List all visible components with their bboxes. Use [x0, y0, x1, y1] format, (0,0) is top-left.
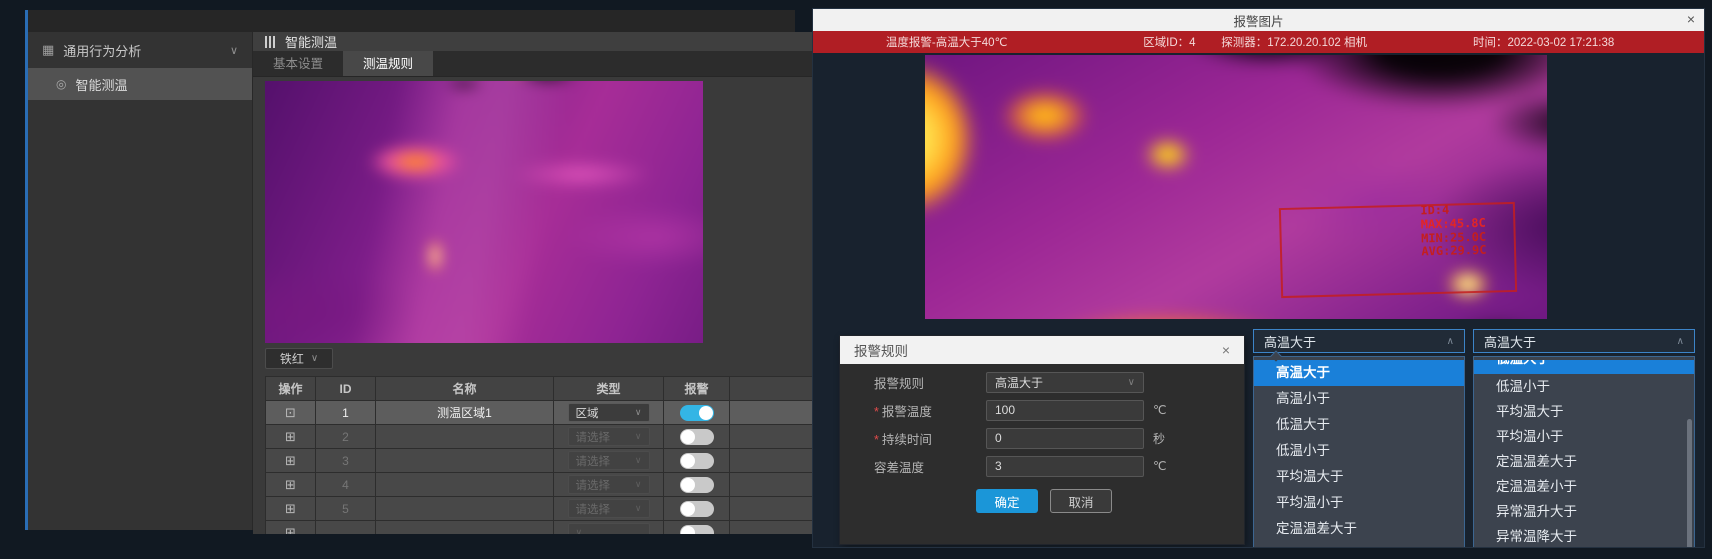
dialog-title: 报警图片	[1233, 11, 1283, 30]
chevron-up-icon: ∧	[1447, 336, 1454, 347]
chevron-down-icon: ∨	[635, 431, 642, 442]
thermometry-icon: ◎	[56, 77, 66, 91]
sidebar-group-label: 通用行为分析	[63, 41, 141, 60]
alarm-thermal-image: ID:4 MAX:45.8C MIN:25.0C AVG:29.9C	[925, 55, 1547, 319]
alarm-time-text: 时间：2022-03-02 17:21:38	[1473, 34, 1614, 50]
type-select: 请选择∨	[568, 499, 650, 518]
tolerance-input[interactable]	[986, 456, 1144, 477]
unit-celsius: ℃	[1153, 459, 1166, 473]
option-clipped[interactable]: 低温大于	[1474, 360, 1694, 374]
drag-handle-icon	[265, 36, 275, 48]
sidebar-group-general-behavior[interactable]: ▦ 通用行为分析 ∨	[28, 32, 252, 68]
alarm-toggle[interactable]	[680, 429, 714, 445]
alarm-toggle[interactable]	[680, 477, 714, 493]
alarm-rule-dialog-titlebar: 报警规则 ×	[840, 336, 1244, 364]
chevron-down-icon: ∨	[635, 479, 642, 490]
option[interactable]: 低温大于	[1254, 412, 1464, 438]
alarm-toggle	[680, 525, 714, 535]
tab-basic-settings[interactable]: 基本设置	[253, 51, 343, 76]
alarm-rule-dialog: 报警规则 × 报警规则 高温大于 ∨ 报警温度 ℃ 持续时间	[840, 336, 1244, 544]
option[interactable]: 异常温升大于	[1474, 499, 1694, 524]
type-select[interactable]: 区域∨	[568, 403, 650, 422]
option[interactable]: 平均温小于	[1254, 490, 1464, 516]
roi-readout: ID:4 MAX:45.8C MIN:25.0C AVG:29.9C	[1420, 203, 1486, 260]
smart-thermometry-window: ▦ 通用行为分析 ∨ ◎ 智能测温 智能测温 基本设置 测温规则	[25, 10, 795, 530]
roi-avg: AVG:29.9C	[1421, 245, 1486, 260]
chevron-down-icon: ∨	[635, 503, 642, 514]
alarm-toggle[interactable]	[680, 453, 714, 469]
option[interactable]: 平均温大于	[1254, 464, 1464, 490]
grid-icon: ▦	[42, 42, 54, 58]
option[interactable]: 定温温差小于	[1254, 542, 1464, 548]
type-select: 请选择∨	[568, 475, 650, 494]
type-select: ∨	[568, 523, 650, 534]
sidebar-item-label: 智能测温	[75, 75, 127, 94]
chevron-up-icon: ∧	[1677, 336, 1684, 347]
option[interactable]: 定温温差大于	[1254, 516, 1464, 542]
desktop: ▦ 通用行为分析 ∨ ◎ 智能测温 智能测温 基本设置 测温规则	[0, 0, 1712, 559]
alarm-banner: 温度报警-高温大于40℃ 区域ID：4 探测器：172.20.20.102 相机…	[813, 31, 1704, 53]
option[interactable]: 高温小于	[1254, 386, 1464, 412]
palette-select[interactable]: 铁红 ∨	[265, 348, 333, 369]
add-icon[interactable]: ⊞	[285, 477, 296, 492]
alarm-rule-dialog-title: 报警规则	[854, 340, 908, 360]
dialog-titlebar: 报警图片 ×	[813, 9, 1704, 31]
option[interactable]: 低温小于	[1474, 374, 1694, 399]
option[interactable]: 定温温差小于	[1474, 474, 1694, 499]
option[interactable]: 高温大于	[1254, 360, 1464, 386]
type-select: 请选择∨	[568, 427, 650, 446]
alarm-toggle[interactable]	[680, 501, 714, 517]
chevron-down-icon: ∨	[635, 455, 642, 466]
unit-seconds: 秒	[1153, 430, 1165, 447]
option[interactable]: 平均温小于	[1474, 424, 1694, 449]
sidebar: ▦ 通用行为分析 ∨ ◎ 智能测温	[28, 32, 252, 530]
chevron-down-icon: ∨	[230, 44, 238, 57]
chevron-down-icon: ∨	[635, 407, 642, 418]
alarm-type-text: 温度报警-高温大于40℃	[886, 34, 1008, 50]
alarm-temp-input[interactable]	[986, 400, 1144, 421]
unit-celsius: ℃	[1153, 403, 1166, 417]
add-icon: ⊞	[285, 525, 296, 535]
field-label-tolerance: 容差温度	[874, 457, 986, 476]
option[interactable]: 低温小于	[1254, 438, 1464, 464]
rule-select-2[interactable]: 高温大于 ∧	[1473, 329, 1695, 353]
roi-rectangle: ID:4 MAX:45.8C MIN:25.0C AVG:29.9C	[1278, 202, 1517, 298]
confirm-button[interactable]: 确定	[976, 489, 1038, 513]
window-toolbar	[28, 10, 795, 32]
sidebar-item-smart-thermometry[interactable]: ◎ 智能测温	[28, 68, 252, 100]
option[interactable]: 定温温差大于	[1474, 449, 1694, 474]
option[interactable]: 异常温降大于	[1474, 524, 1694, 548]
chevron-down-icon: ∨	[311, 353, 318, 364]
option[interactable]: 平均温大于	[1474, 399, 1694, 424]
tab-thermometry-rules[interactable]: 测温规则	[343, 51, 433, 76]
alarm-toggle[interactable]	[680, 405, 714, 421]
cancel-button[interactable]: 取消	[1050, 489, 1112, 513]
palette-value: 铁红	[280, 350, 304, 367]
alarm-rule-select[interactable]: 高温大于 ∨	[986, 372, 1144, 393]
add-icon[interactable]: ⊞	[285, 453, 296, 468]
alarm-detector-text: 探测器：172.20.20.102 相机	[1221, 34, 1367, 50]
alarm-body: ID:4 MAX:45.8C MIN:25.0C AVG:29.9C 报警规则 …	[813, 53, 1704, 548]
panel-title: 智能测温	[285, 32, 337, 51]
add-icon[interactable]: ⊞	[285, 501, 296, 516]
dropdown-scrollbar[interactable]	[1687, 419, 1692, 548]
field-label-rule: 报警规则	[874, 373, 986, 392]
duration-input[interactable]	[986, 428, 1144, 449]
field-label-alarm-temp: 报警温度	[874, 401, 986, 420]
rule-options-1: 高温大于 高温小于 低温大于 低温小于 平均温大于 平均温小于 定温温差大于 定…	[1253, 356, 1465, 548]
thermal-preview-image	[265, 81, 703, 343]
rule-select-1[interactable]: 高温大于 ∧	[1253, 329, 1465, 353]
rule-dropdown-2: 高温大于 ∧ 低温大于 低温小于 平均温大于 平均温小于 定温温差大于 定温温差…	[1473, 329, 1695, 548]
rule-options-2: 低温大于 低温小于 平均温大于 平均温小于 定温温差大于 定温温差小于 异常温升…	[1473, 356, 1695, 548]
rule-dropdown-1: 高温大于 ∧ 高温大于 高温小于 低温大于 低温小于 平均温大于 平均温小于 定…	[1253, 329, 1465, 548]
alarm-region-text: 区域ID：4	[1143, 34, 1195, 50]
close-icon[interactable]: ×	[1687, 11, 1695, 27]
type-select: 请选择∨	[568, 451, 650, 470]
chevron-down-icon: ∨	[1128, 377, 1135, 388]
field-label-duration: 持续时间	[874, 429, 986, 448]
alarm-picture-window: 报警图片 × 温度报警-高温大于40℃ 区域ID：4 探测器：172.20.20…	[812, 8, 1705, 548]
region-icon[interactable]: ⊡	[285, 405, 296, 420]
add-icon[interactable]: ⊞	[285, 429, 296, 444]
close-icon[interactable]: ×	[1222, 342, 1230, 358]
